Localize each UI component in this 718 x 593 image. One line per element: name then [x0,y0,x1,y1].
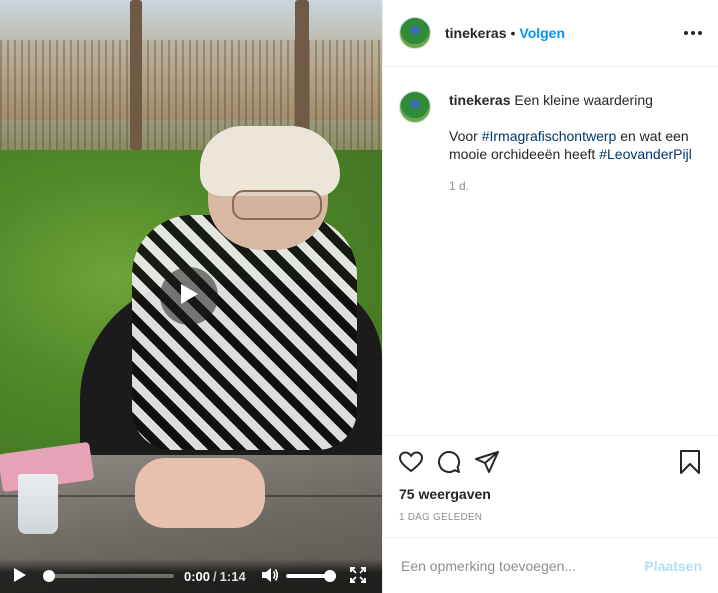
video-scene-glasses [232,190,322,220]
post-header: tinekeras • Volgen [383,0,718,67]
bookmark-icon [680,449,700,479]
post-comment-button[interactable]: Plaatsen [644,558,702,574]
post-timestamp[interactable]: 1 DAG GELEDEN [399,512,702,537]
caption-body: tinekeras Een kleine waardering Voor #Ir… [449,91,702,195]
video-player[interactable]: 0:00/1:14 [0,0,382,593]
caption-username[interactable]: tinekeras [449,92,510,108]
video-scene-person-hair [200,126,340,196]
action-bar: 75 weergaven 1 DAG GELEDEN [383,435,718,537]
caption-prefix: Voor [449,128,482,144]
comment-button[interactable] [437,450,461,479]
header-username[interactable]: tinekeras [445,25,506,41]
share-button[interactable] [475,450,499,478]
share-icon [475,450,499,478]
caption-age[interactable]: 1 d. [449,177,702,195]
video-scene-tree-trunk [295,0,309,140]
hashtag-link[interactable]: #Irmagrafischontwerp [482,128,617,144]
volume-slider[interactable] [285,570,336,582]
like-button[interactable] [398,450,424,478]
video-scene-scarf [132,215,357,450]
duration: 1:14 [219,568,246,584]
heart-icon [398,450,424,478]
view-count[interactable]: 75 weergaven [399,486,702,502]
post-side-panel: tinekeras • Volgen tinekeras Een kleine … [382,0,718,593]
comments-area: tinekeras Een kleine waardering Voor #Ir… [383,67,718,435]
header-dot: • [510,25,516,41]
caption-title: Een kleine waardering [514,92,653,108]
hashtag-link[interactable]: #LeovanderPijl [599,146,692,162]
comment-input[interactable] [399,556,645,575]
add-comment-form: Plaatsen [383,537,718,593]
play-overlay-button[interactable] [160,267,218,325]
play-button[interactable] [10,566,30,586]
play-circle-icon [178,282,200,311]
more-options-icon [684,31,688,35]
current-time: 0:00 [184,568,211,584]
caption-avatar[interactable] [399,91,431,123]
time-separator: / [213,568,217,584]
fullscreen-button[interactable] [348,566,368,586]
comment-icon [437,450,461,479]
follow-button[interactable]: Volgen [519,25,565,41]
instagram-post: 0:00/1:14 tinekeras • Volgen tinekeras E… [0,0,718,593]
more-options-button[interactable] [684,25,702,41]
action-icons [398,444,702,484]
caption: tinekeras Een kleine waardering Voor #Ir… [399,91,702,195]
video-scene-hands [135,458,265,528]
fullscreen-icon [349,566,366,586]
volume-button[interactable] [260,566,280,586]
caption-text: Voor #Irmagrafischontwerp en wat een moo… [449,127,702,163]
video-scene-tree-trunk [130,0,142,150]
volume-icon [261,567,279,586]
more-options-icon [698,31,702,35]
avatar[interactable] [399,17,431,49]
video-scene-cup [18,474,58,534]
seek-bar-handle[interactable] [43,570,55,582]
video-controls: 0:00/1:14 [0,559,382,593]
more-options-icon [691,31,695,35]
volume-slider-handle[interactable] [323,570,336,582]
caption-title-line: tinekeras Een kleine waardering [449,91,702,109]
seek-bar[interactable] [43,570,174,582]
play-icon [13,567,27,586]
save-button[interactable] [678,449,702,479]
time-display: 0:00/1:14 [184,569,246,584]
